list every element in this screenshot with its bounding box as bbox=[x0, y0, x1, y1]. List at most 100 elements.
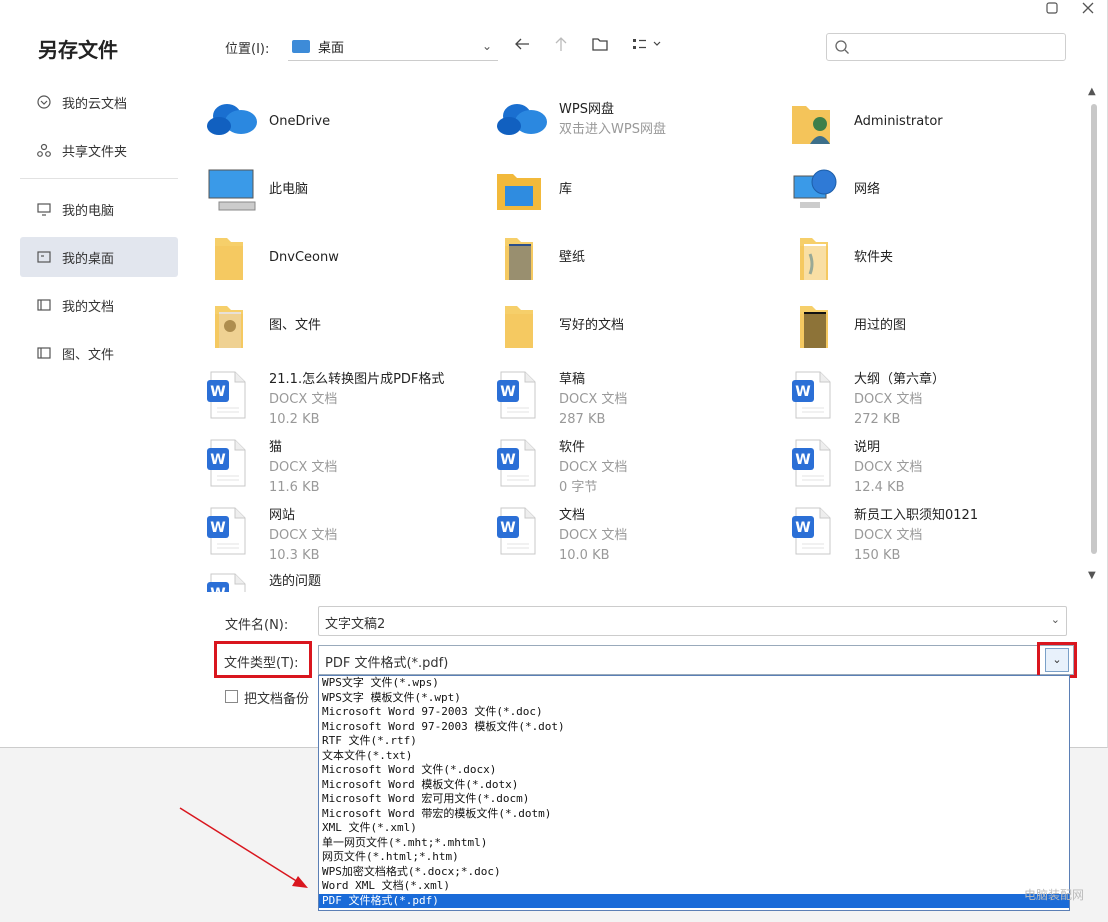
file-size: 287 KB bbox=[559, 412, 606, 427]
file-item[interactable]: 壁纸 bbox=[495, 234, 585, 284]
save-as-dialog: 另存文件 我的云文档 共享文件夹 我的电脑 我的桌面 我的文档 图、文件 位置(… bbox=[0, 0, 1108, 748]
dropdown-option[interactable]: WPS文字 模板文件(*.wpt) bbox=[319, 691, 1069, 706]
scroll-up-icon[interactable]: ▲ bbox=[1088, 86, 1096, 97]
filename-input[interactable]: 文字文稿2 ⌄ bbox=[318, 606, 1067, 636]
svg-text:W: W bbox=[500, 452, 515, 468]
file-text: Administrator bbox=[854, 98, 943, 132]
file-text: 用过的图 bbox=[854, 302, 906, 336]
file-text: 写好的文档 bbox=[559, 302, 624, 336]
file-item[interactable]: 用过的图 bbox=[790, 302, 906, 352]
sidebar-item-shared-folder[interactable]: 共享文件夹 bbox=[20, 130, 178, 170]
file-name: 网络 bbox=[854, 182, 881, 197]
close-icon[interactable] bbox=[1080, 2, 1096, 18]
file-name: 网站 bbox=[269, 508, 296, 523]
file-item[interactable]: W 新员工入职须知0121 DOCX 文档 150 KB bbox=[790, 506, 978, 566]
file-item[interactable]: 网络 bbox=[790, 166, 880, 216]
word-doc-icon: W bbox=[790, 506, 840, 556]
chevron-down-icon[interactable]: ⌄ bbox=[1051, 613, 1060, 626]
file-text: 猫 DOCX 文档 11.6 KB bbox=[269, 438, 337, 498]
scroll-down-icon[interactable]: ▼ bbox=[1088, 570, 1096, 581]
svg-text:W: W bbox=[795, 452, 810, 468]
file-text: 此电脑 bbox=[269, 166, 308, 200]
dropdown-option[interactable]: Microsoft Word 97-2003 模板文件(*.dot) bbox=[319, 720, 1069, 735]
sidebar-item-my-desktop[interactable]: 我的桌面 bbox=[20, 237, 178, 277]
backup-label: 把文档备份 bbox=[244, 692, 310, 707]
dropdown-option[interactable]: Microsoft Word 模板文件(*.dotx) bbox=[319, 778, 1069, 793]
folder-icon bbox=[292, 40, 310, 53]
dropdown-option[interactable]: XML 文件(*.xml) bbox=[319, 821, 1069, 836]
restore-icon[interactable] bbox=[1044, 2, 1060, 18]
dropdown-option[interactable]: 文本文件(*.txt) bbox=[319, 749, 1069, 764]
dropdown-option[interactable]: WPS文字 文件(*.wps) bbox=[319, 676, 1069, 691]
file-item[interactable]: 此电脑 bbox=[205, 166, 308, 216]
file-name: 猫 bbox=[269, 440, 283, 455]
file-text: 库 bbox=[559, 166, 572, 200]
file-item[interactable]: W 文档 DOCX 文档 10.0 KB bbox=[495, 506, 627, 566]
file-size: 10.2 KB bbox=[269, 412, 320, 427]
computer-icon bbox=[36, 201, 52, 217]
file-item[interactable]: WPS网盘 双击进入WPS网盘 bbox=[495, 98, 666, 148]
svg-text:W: W bbox=[210, 452, 225, 468]
vertical-scrollbar[interactable]: ▲ ▼ bbox=[1086, 86, 1102, 586]
file-text: 软件 DOCX 文档 0 字节 bbox=[559, 438, 627, 498]
scroll-thumb[interactable] bbox=[1091, 104, 1097, 554]
file-item[interactable]: 写好的文档 bbox=[495, 302, 624, 352]
file-type: DOCX 文档 bbox=[854, 460, 923, 475]
location-value: 桌面 bbox=[318, 41, 345, 56]
file-type: DOCX 文档 bbox=[559, 528, 628, 543]
file-item[interactable]: W 21.1.怎么转换图片成PDF格式 DOCX 文档 10.2 KB bbox=[205, 370, 444, 430]
dropdown-option[interactable]: 网页文件(*.html;*.htm) bbox=[319, 850, 1069, 865]
file-item[interactable]: W 大纲（第六章） DOCX 文档 272 KB bbox=[790, 370, 945, 430]
file-name: 用过的图 bbox=[854, 318, 907, 333]
dropdown-option[interactable]: Microsoft Word 宏可用文件(*.docm) bbox=[319, 792, 1069, 807]
file-grid: OneDrive WPS网盘 双击进入WPS网盘 Administrator 此电脑库网… bbox=[205, 92, 1075, 592]
up-arrow-icon[interactable] bbox=[555, 36, 567, 56]
sidebar-item-images-files[interactable]: 图、文件 bbox=[20, 333, 178, 373]
file-item[interactable]: W 选的问题 bbox=[205, 572, 321, 592]
sidebar-item-label: 共享文件夹 bbox=[62, 144, 128, 160]
folder-blue-icon bbox=[790, 234, 840, 284]
file-item[interactable]: 图、文件 bbox=[205, 302, 321, 352]
file-item[interactable]: W 猫 DOCX 文档 11.6 KB bbox=[205, 438, 337, 498]
file-name: 21.1.怎么转换图片成PDF格式 bbox=[269, 372, 445, 387]
pc-icon bbox=[205, 166, 256, 216]
file-item[interactable]: 库 bbox=[495, 166, 572, 216]
backup-checkbox[interactable] bbox=[225, 690, 238, 703]
dropdown-option[interactable]: Microsoft Word 文件(*.docx) bbox=[319, 763, 1069, 778]
word-doc-icon: W bbox=[205, 370, 255, 420]
sidebar-item-my-computer[interactable]: 我的电脑 bbox=[20, 189, 178, 229]
sidebar-item-my-documents[interactable]: 我的文档 bbox=[20, 285, 178, 325]
file-item[interactable]: W 软件 DOCX 文档 0 字节 bbox=[495, 438, 627, 498]
dropdown-option[interactable]: WPS加密文档格式(*.docx;*.doc) bbox=[319, 865, 1069, 880]
file-item[interactable]: W 网站 DOCX 文档 10.3 KB bbox=[205, 506, 337, 566]
dialog-title: 另存文件 bbox=[38, 38, 118, 62]
file-item[interactable]: W 说明 DOCX 文档 12.4 KB bbox=[790, 438, 922, 498]
file-item[interactable]: DnvCeonw bbox=[205, 234, 339, 284]
file-item[interactable]: OneDrive bbox=[205, 98, 330, 148]
dropdown-option[interactable]: Word XML 文档(*.xml) bbox=[319, 879, 1069, 894]
new-folder-icon[interactable] bbox=[592, 36, 608, 55]
dropdown-option[interactable]: Microsoft Word 带宏的模板文件(*.dotm) bbox=[319, 807, 1069, 822]
file-item[interactable]: 软件夹 bbox=[790, 234, 893, 284]
dropdown-option[interactable]: Microsoft Word 97-2003 文件(*.doc) bbox=[319, 705, 1069, 720]
location-dropdown[interactable]: 桌面 ⌄ bbox=[288, 33, 498, 61]
filetype-dropdown-button[interactable]: ⌄ bbox=[1045, 648, 1069, 672]
sidebar-item-cloud-docs[interactable]: 我的云文档 bbox=[20, 82, 178, 122]
file-text: 选的问题 bbox=[269, 572, 321, 592]
search-input[interactable] bbox=[826, 33, 1066, 61]
word-doc-icon: W bbox=[790, 438, 840, 488]
dropdown-option[interactable]: RTF 文件(*.rtf) bbox=[319, 734, 1069, 749]
file-size: 272 KB bbox=[854, 412, 901, 427]
filetype-select[interactable]: PDF 文件格式(*.pdf) bbox=[318, 645, 1074, 675]
file-item[interactable]: W 草稿 DOCX 文档 287 KB bbox=[495, 370, 627, 430]
user-icon bbox=[790, 98, 840, 148]
view-mode-icon[interactable] bbox=[632, 36, 664, 55]
file-size: 11.6 KB bbox=[269, 480, 320, 495]
dropdown-option[interactable]: PDF 文件格式(*.pdf) bbox=[319, 893, 1069, 908]
file-item[interactable]: Administrator bbox=[790, 98, 943, 148]
back-arrow-icon[interactable] bbox=[514, 36, 530, 55]
file-text: 大纲（第六章） DOCX 文档 272 KB bbox=[854, 370, 945, 430]
dropdown-option[interactable]: 单一网页文件(*.mht;*.mhtml) bbox=[319, 836, 1069, 851]
file-text: 文档 DOCX 文档 10.0 KB bbox=[559, 506, 627, 566]
file-text: 草稿 DOCX 文档 287 KB bbox=[559, 370, 627, 430]
